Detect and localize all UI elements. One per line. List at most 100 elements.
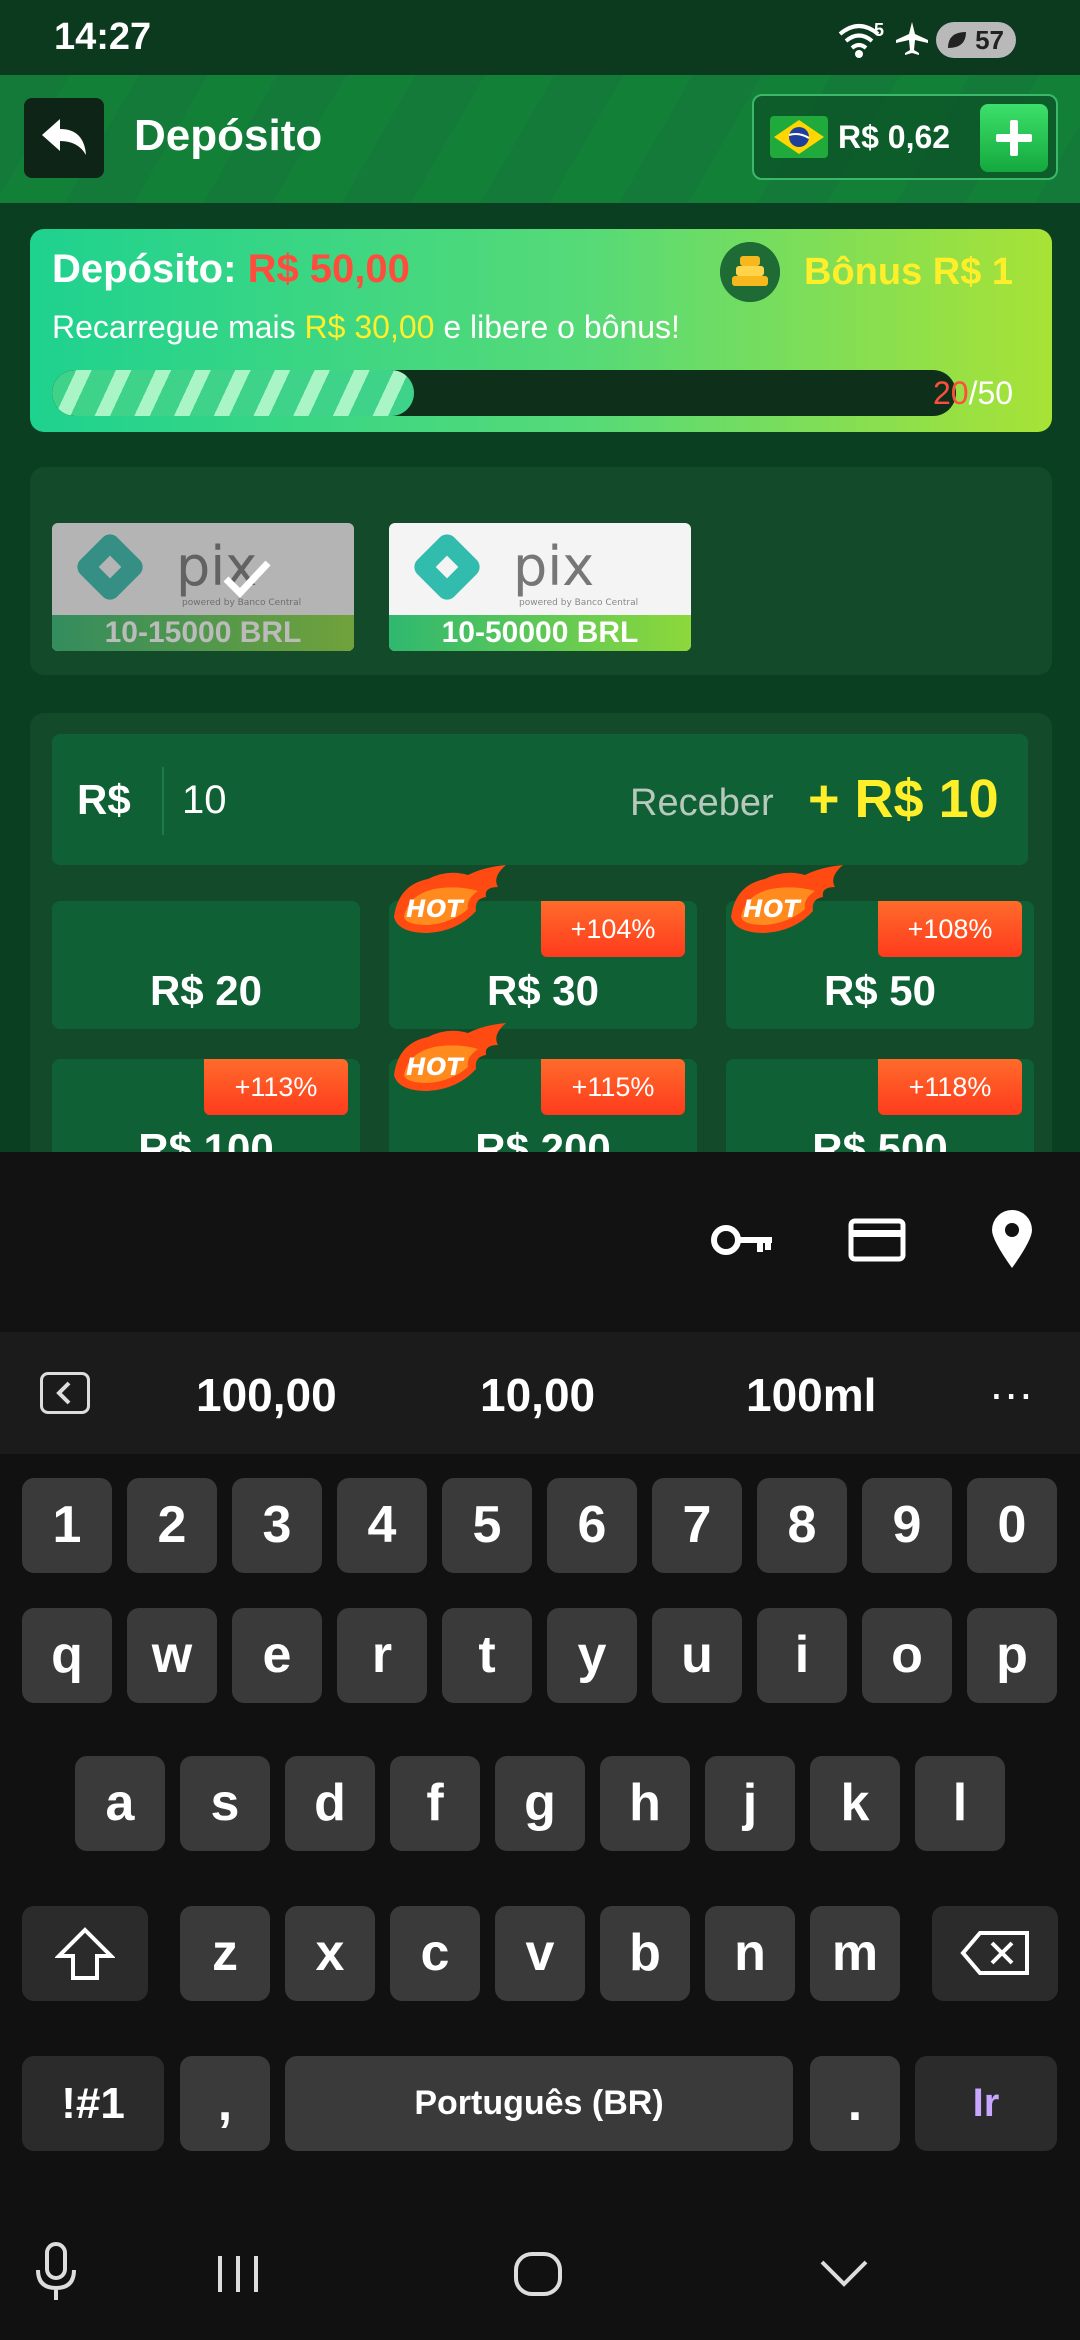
key-z[interactable]: z [180,1906,270,2001]
key-4[interactable]: 4 [337,1478,427,1573]
key-x[interactable]: x [285,1906,375,2001]
key-k[interactable]: k [810,1756,900,1851]
symbols-key[interactable]: !#1 [22,2056,164,2151]
key-icon[interactable] [710,1220,774,1260]
suggestion-1[interactable]: 100,00 [196,1368,337,1422]
shift-key[interactable] [22,1906,148,2001]
key-i[interactable]: i [757,1608,847,1703]
progress-count: 20/50 [933,375,1013,412]
key-g[interactable]: g [495,1756,585,1851]
amount-panel: R$ Receber + R$ 10 R$ 20 +104% R$ 30 +10… [30,713,1052,1152]
space-key[interactable]: Português (BR) [285,2056,793,2151]
bonus-progress-card: Depósito: R$ 50,00 Bônus R$ 1 Recarregue… [30,229,1052,432]
bonus-percent-badge: +113% [204,1059,348,1115]
leaf-icon [948,32,966,48]
key-7[interactable]: 7 [652,1478,742,1573]
comma-key[interactable]: , [180,2056,270,2151]
credit-card-icon[interactable] [848,1218,906,1262]
microphone-icon[interactable] [34,2242,78,2302]
key-v[interactable]: v [495,1906,585,2001]
key-p[interactable]: p [967,1608,1057,1703]
hot-label: HOT [743,895,801,923]
key-6[interactable]: 6 [547,1478,637,1573]
suggestion-2[interactable]: 10,00 [480,1368,595,1422]
back-button[interactable] [24,98,104,178]
recent-apps-icon[interactable] [214,2252,262,2296]
receive-value: + R$ 10 [808,769,999,829]
preset-amount-500[interactable]: +118% R$ 500 [726,1059,1034,1152]
balance-value: R$ 0,62 [838,118,951,155]
key-j[interactable]: j [705,1756,795,1851]
hot-flame-icon: HOT [394,865,506,933]
location-pin-icon[interactable] [990,1210,1034,1270]
key-u[interactable]: u [652,1608,742,1703]
more-suggestions-button[interactable]: ... [990,1356,1034,1410]
bonus-progress-bar [52,370,956,416]
key-e[interactable]: e [232,1608,322,1703]
key-d[interactable]: d [285,1756,375,1851]
go-key[interactable]: Ir [915,2056,1057,2151]
payment-range: 10-15000 BRL [52,615,354,651]
key-8[interactable]: 8 [757,1478,847,1573]
navigation-bar [0,2194,1080,2340]
svg-text:pix: pix [513,535,594,598]
key-n[interactable]: n [705,1906,795,2001]
payment-method-pix-1[interactable]: pix powered by Banco Central 10-15000 BR… [52,523,354,651]
key-h[interactable]: h [600,1756,690,1851]
key-t[interactable]: t [442,1608,532,1703]
preset-label: R$ 30 [486,967,600,1014]
brazil-flag-icon [770,116,828,158]
chevron-down-icon[interactable] [818,2256,870,2290]
page-title: Depósito [134,111,323,160]
keyboard: 1 2 3 4 5 6 7 8 9 0 q w e r t y u i o p … [0,1454,1080,2194]
preset-amount-20[interactable]: R$ 20 [52,901,360,1029]
key-a[interactable]: a [75,1756,165,1851]
suggestion-3[interactable]: 100ml [746,1368,876,1422]
recharge-amount: R$ 30,00 [304,309,435,345]
airplane-icon [896,22,928,55]
bonus-percent-badge: +118% [878,1059,1022,1115]
key-o[interactable]: o [862,1608,952,1703]
key-q[interactable]: q [22,1608,112,1703]
svg-text:powered by Banco Central: powered by Banco Central [519,598,638,608]
key-5[interactable]: 5 [442,1478,532,1573]
hot-flame-icon: HOT [731,865,843,933]
key-2[interactable]: 2 [127,1478,217,1573]
preset-amount-100[interactable]: +113% R$ 100 [52,1059,360,1152]
key-b[interactable]: b [600,1906,690,2001]
amount-input[interactable] [182,770,482,830]
key-l[interactable]: l [915,1756,1005,1851]
hot-label: HOT [406,1053,464,1081]
add-balance-button[interactable] [980,104,1048,172]
progress-total: /50 [968,375,1014,411]
back-arrow-icon [42,119,86,155]
key-w[interactable]: w [127,1608,217,1703]
payment-method-pix-2[interactable]: pix powered by Banco Central 10-50000 BR… [389,523,691,651]
preset-label: R$ 20 [149,967,263,1014]
deposit-summary: Depósito: R$ 50,00 [52,247,410,292]
period-key[interactable]: . [810,2056,900,2151]
key-f[interactable]: f [390,1756,480,1851]
preset-label: R$ 50 [823,967,937,1014]
progress-current: 20 [933,375,969,411]
key-s[interactable]: s [180,1756,270,1851]
backspace-key[interactable] [932,1906,1058,2001]
key-y[interactable]: y [547,1608,637,1703]
home-icon[interactable] [512,2250,564,2298]
key-3[interactable]: 3 [232,1478,322,1573]
key-9[interactable]: 9 [862,1478,952,1573]
keyboard-collapse-button[interactable] [40,1372,90,1414]
preset-label: R$ 100 [138,1125,274,1152]
receive-label: Receber [630,782,774,824]
bonus-label: Bônus R$ 1 [804,251,1014,293]
key-m[interactable]: m [810,1906,900,2001]
key-r[interactable]: r [337,1608,427,1703]
key-1[interactable]: 1 [22,1478,112,1573]
currency-label: R$ [77,776,131,823]
chevron-left-icon [56,1381,71,1405]
bonus-percent-badge: +108% [878,901,1022,957]
key-c[interactable]: c [390,1906,480,2001]
key-0[interactable]: 0 [967,1478,1057,1573]
bonus-progress-fill [52,370,414,416]
app-header: Depósito R$ 0,62 [0,75,1080,203]
